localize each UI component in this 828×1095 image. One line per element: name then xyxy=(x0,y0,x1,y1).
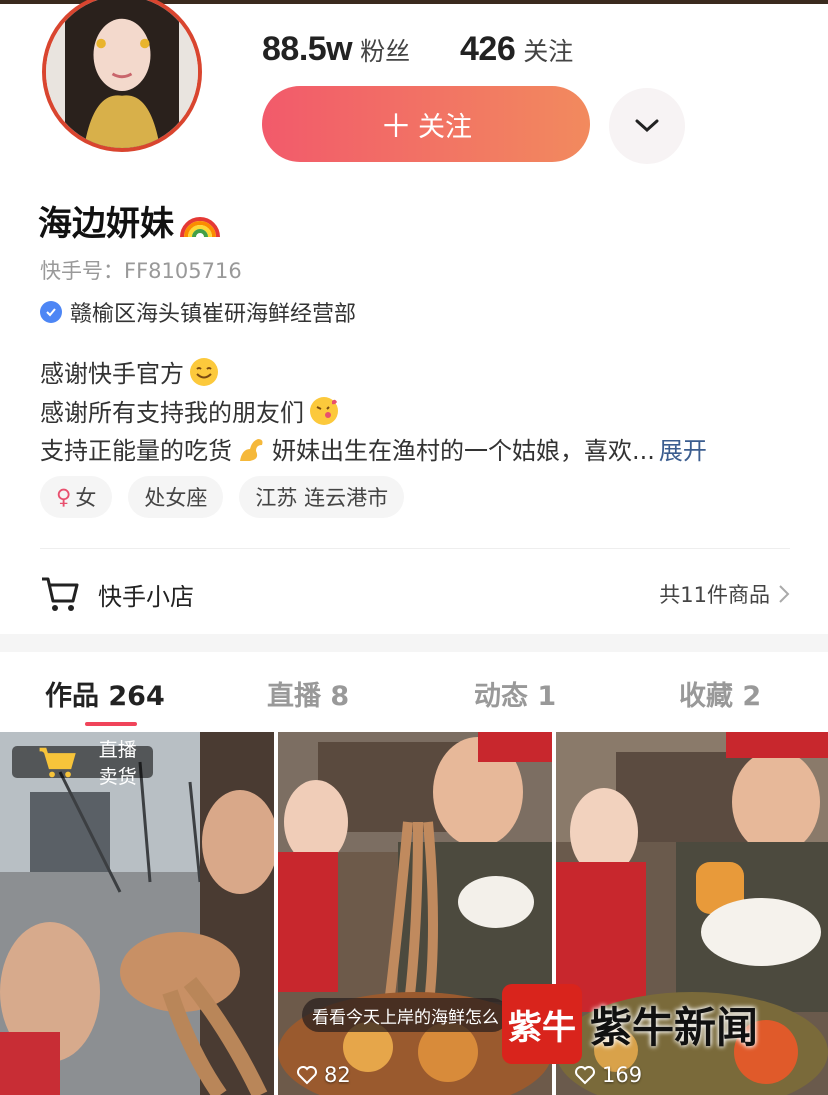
tag-zodiac: 处女座 xyxy=(128,476,224,518)
chevron-right-icon xyxy=(779,585,790,603)
profile-name: 海边妍妹 xyxy=(38,196,222,245)
content-tabs: 作品 264 直播 8 动态 1 收藏 2 xyxy=(0,668,828,730)
kuaishou-id: 快手号：FF8105716 xyxy=(40,259,242,283)
followers-label: 粉丝 xyxy=(360,37,411,66)
tag-location: 江苏 连云港市 xyxy=(239,476,405,518)
shop-count-text: 共11件商品 xyxy=(659,583,770,607)
verified-text: 赣榆区海头镇崔研海鲜经营部 xyxy=(70,302,357,327)
video-likes: 82 xyxy=(296,1063,351,1087)
flexed-biceps-icon xyxy=(240,438,263,461)
tab-works[interactable]: 作品 264 xyxy=(45,674,165,713)
follow-button-label: 关注 xyxy=(418,111,472,143)
following-count: 426 xyxy=(460,30,516,68)
watermark-text: 紫牛新闻 xyxy=(590,1002,759,1052)
watermark-logo: 紫牛 xyxy=(502,984,582,1064)
likes-count: 82 xyxy=(324,1063,351,1087)
followers-stat[interactable]: 88.5w 粉丝 xyxy=(262,30,410,69)
live-selling-label: 直播卖货 xyxy=(98,739,137,788)
divider xyxy=(40,548,790,549)
tab-favorites[interactable]: 收藏 2 xyxy=(679,674,761,713)
likes-count: 169 xyxy=(602,1063,643,1087)
bio-text: 感谢快手官方 xyxy=(40,360,184,388)
following-label: 关注 xyxy=(523,37,574,66)
bio-text: 支持正能量的吃货 xyxy=(40,437,232,465)
live-selling-badge: 直播卖货 xyxy=(12,739,154,788)
tab-moments[interactable]: 动态 1 xyxy=(474,674,556,713)
tab-live[interactable]: 直播 8 xyxy=(267,674,349,713)
chevron-down-icon xyxy=(635,119,659,133)
expand-bio-link[interactable]: 展开 xyxy=(659,431,707,466)
kuaishou-shop-row[interactable]: 快手小店 共11件商品 xyxy=(40,570,790,618)
video-thumbnail[interactable]: 直播卖货 xyxy=(0,732,274,1095)
tag-gender: ♀ 女 xyxy=(40,476,113,518)
video-likes: 169 xyxy=(574,1063,642,1087)
bio-line-1: 感谢快手官方 xyxy=(40,354,220,389)
followers-count: 88.5w xyxy=(262,30,353,68)
tag-label: 江苏 连云港市 xyxy=(255,486,389,510)
verified-business: 赣榆区海头镇崔研海鲜经营部 xyxy=(40,296,356,328)
female-icon: ♀ xyxy=(56,485,72,509)
rainbow-icon xyxy=(180,216,220,237)
shop-count: 共11件商品 xyxy=(659,579,790,609)
heart-icon xyxy=(297,1066,317,1085)
bio-text: 感谢所有支持我的朋友们 xyxy=(40,399,304,427)
tag-label: 女 xyxy=(75,486,97,510)
smile-emoji-icon xyxy=(190,357,218,386)
bio-text: 妍妹出生在渔村的一个姑娘，喜欢... xyxy=(272,437,655,465)
profile-tags: ♀ 女 处女座 江苏 连云港市 xyxy=(40,476,405,518)
following-stat[interactable]: 426 关注 xyxy=(460,30,573,69)
tag-label: 处女座 xyxy=(144,486,208,510)
active-tab-indicator xyxy=(85,722,137,726)
plus-icon: ＋ xyxy=(379,107,412,145)
avatar[interactable] xyxy=(42,0,202,152)
section-gap xyxy=(0,634,828,652)
watermark: 紫牛 紫牛新闻 xyxy=(502,984,758,1064)
kiss-emoji-icon xyxy=(310,396,338,425)
profile-name-text: 海边妍妹 xyxy=(38,204,174,244)
follow-button[interactable]: ＋ 关注 xyxy=(262,86,590,162)
more-options-button[interactable] xyxy=(609,88,685,164)
shop-label: 快手小店 xyxy=(98,582,194,611)
bio-line-3: 支持正能量的吃货 妍妹出生在渔村的一个姑娘，喜欢... 展开 xyxy=(40,431,707,466)
shopping-cart-icon xyxy=(39,747,76,778)
bio-line-2: 感谢所有支持我的朋友们 xyxy=(40,393,340,428)
video-caption: 看看今天上岸的海鲜怎么 xyxy=(302,998,509,1032)
shopping-cart-icon xyxy=(42,577,79,611)
verified-icon xyxy=(40,301,62,323)
heart-icon xyxy=(575,1066,595,1085)
